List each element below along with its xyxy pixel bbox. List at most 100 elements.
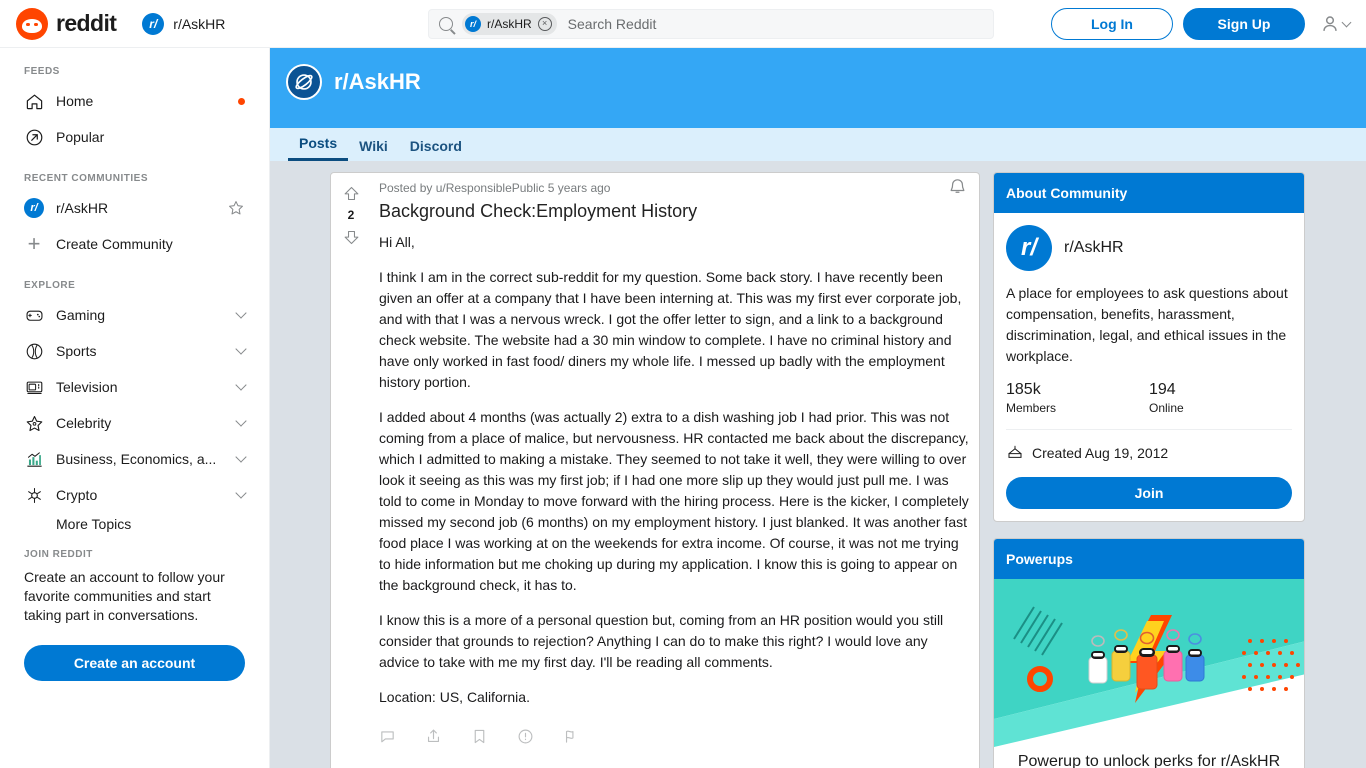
- tab-posts[interactable]: Posts: [288, 136, 349, 161]
- subreddit-title: r/AskHR: [334, 69, 421, 94]
- community-identity-row[interactable]: r/ r/AskHR: [1006, 225, 1292, 271]
- search-input-placeholder[interactable]: Search Reddit: [568, 16, 657, 32]
- reddit-home-logo[interactable]: reddit: [16, 7, 117, 40]
- more-icon: [24, 514, 44, 534]
- favorite-star-icon[interactable]: [227, 199, 245, 217]
- sidebar-item-sports[interactable]: Sports: [0, 333, 269, 369]
- tab-discord[interactable]: Discord: [399, 139, 473, 161]
- community-stats: 185k Members 194 Online: [1006, 381, 1292, 415]
- user-avatar-icon: [1323, 16, 1337, 31]
- about-community-body: r/ r/AskHR A place for employees to ask …: [994, 213, 1304, 521]
- baseball-icon: [24, 341, 44, 361]
- chevron-down-icon[interactable]: [235, 487, 247, 499]
- subreddit-icon: [286, 64, 322, 100]
- chip-subreddit-avatar-icon: r/: [465, 16, 481, 32]
- sidebar-item-business-economics[interactable]: Business, Economics, a...: [0, 441, 269, 477]
- members-label: Members: [1006, 401, 1057, 415]
- crypto-icon: [24, 485, 44, 505]
- popular-icon: [24, 127, 44, 147]
- post-text-content: Hi All, I think I am in the correct sub-…: [379, 232, 971, 708]
- chart-up-icon: [24, 449, 44, 469]
- subreddit-tabbar: Posts Wiki Discord: [270, 128, 1366, 161]
- log-in-button[interactable]: Log In: [1051, 8, 1173, 40]
- sidebar-item-create-community[interactable]: + Create Community: [0, 226, 269, 262]
- search-scope-chip[interactable]: r/ r/AskHR ×: [462, 13, 557, 35]
- sidebar-item-label: Television: [56, 379, 118, 395]
- user-account-menu[interactable]: [1315, 13, 1354, 35]
- powerups-artwork-icon: [994, 579, 1304, 747]
- search-bar[interactable]: r/ r/AskHR × Search Reddit: [428, 9, 994, 39]
- sidebar-item-label: Business, Economics, a...: [56, 451, 217, 467]
- post-card: 2 Posted by u/ResponsiblePublic 5 years …: [330, 172, 980, 768]
- post-paragraph: I think I am in the correct sub-reddit f…: [379, 269, 962, 390]
- tab-wiki[interactable]: Wiki: [348, 139, 399, 161]
- about-community-widget: About Community r/ r/AskHR A place for e…: [993, 172, 1305, 522]
- sidebar-item-gaming[interactable]: Gaming: [0, 297, 269, 333]
- sidebar-item-label: Crypto: [56, 487, 98, 503]
- sidebar-item-crypto[interactable]: Crypto: [0, 477, 269, 513]
- sidebar-item-home[interactable]: Home: [0, 83, 269, 119]
- post-title: Background Check:Employment History: [379, 201, 698, 221]
- chevron-down-icon[interactable]: [235, 307, 247, 319]
- chevron-down-icon[interactable]: [235, 343, 247, 355]
- community-description: A place for employees to ask questions a…: [1006, 285, 1288, 364]
- powerups-illustration: [994, 579, 1304, 747]
- tv-icon: [24, 377, 44, 397]
- sidebar-item-popular[interactable]: Popular: [0, 119, 269, 155]
- chevron-down-icon[interactable]: [235, 415, 247, 427]
- gamepad-icon: [24, 305, 44, 325]
- plus-icon: +: [27, 231, 41, 256]
- sidebar-item-label: More Topics: [56, 516, 132, 532]
- created-date-text: Created Aug 19, 2012: [1032, 444, 1169, 461]
- hide-icon[interactable]: [517, 728, 537, 744]
- sidebar-item-television[interactable]: Television: [0, 369, 269, 405]
- chevron-down-icon[interactable]: [235, 379, 247, 391]
- subreddit-identity[interactable]: r/AskHR: [286, 64, 421, 100]
- subreddit-avatar-text: r/: [24, 198, 44, 218]
- sidebar-item-more-topics[interactable]: More Topics: [0, 513, 269, 535]
- post-metadata: Posted by u/ResponsiblePublic 5 years ag…: [379, 181, 611, 195]
- post-paragraph: I know this is a more of a personal ques…: [379, 612, 944, 670]
- report-icon[interactable]: [563, 728, 583, 744]
- downvote-button[interactable]: [339, 225, 363, 249]
- chevron-down-icon[interactable]: [235, 451, 247, 463]
- reddit-logo-icon: [16, 7, 48, 40]
- sidebar-item-label: Sports: [56, 343, 97, 359]
- sidebar-item-celebrity[interactable]: Celebrity: [0, 405, 269, 441]
- save-icon[interactable]: [471, 728, 491, 744]
- top-navigation-bar: reddit r/ r/AskHR r/ r/AskHR × Search Re…: [0, 0, 1366, 48]
- nav-current-subreddit[interactable]: r/ r/AskHR: [142, 12, 225, 35]
- post-paragraph: Location: US, California.: [379, 689, 530, 705]
- subreddit-avatar-icon: r/: [24, 198, 44, 218]
- main-content-area: 2 Posted by u/ResponsiblePublic 5 years …: [270, 161, 1366, 768]
- sidebar-section-explore: EXPLORE: [24, 280, 76, 291]
- star-outline-icon: [24, 413, 44, 433]
- online-label: Online: [1149, 401, 1184, 415]
- sidebar-section-recent-communities: RECENT COMMUNITIES: [24, 173, 148, 184]
- chevron-down-icon: [1341, 17, 1352, 27]
- community-name: r/AskHR: [1064, 239, 1124, 256]
- comments-icon[interactable]: [379, 728, 399, 744]
- sidebar-item-label: r/AskHR: [56, 200, 109, 216]
- notification-bell-icon[interactable]: [947, 177, 971, 201]
- search-icon: [439, 17, 453, 31]
- vote-count: 2: [347, 208, 355, 222]
- sidebar-item-r-askhr[interactable]: r/ r/AskHR: [0, 190, 269, 226]
- cake-icon: [1006, 442, 1024, 463]
- post-paragraph: Hi All,: [379, 234, 415, 250]
- sidebar-section-feeds: FEEDS: [24, 66, 60, 77]
- sidebar-item-label: Home: [56, 93, 94, 109]
- reddit-wordmark: reddit: [56, 10, 117, 36]
- share-icon[interactable]: [425, 728, 445, 744]
- powerups-widget: Powerups Powerup to unlock perks for r/A…: [993, 538, 1305, 768]
- sidebar-item-label: Popular: [56, 129, 105, 145]
- sign-up-button[interactable]: Sign Up: [1183, 8, 1305, 40]
- subreddit-banner: r/AskHR: [270, 48, 1366, 128]
- close-icon[interactable]: ×: [537, 17, 552, 31]
- right-sidebar: About Community r/ r/AskHR A place for e…: [993, 172, 1305, 768]
- create-account-button[interactable]: Create an account: [24, 645, 245, 681]
- upvote-button[interactable]: [339, 181, 363, 205]
- chip-label: r/AskHR: [487, 17, 532, 31]
- join-community-button[interactable]: Join: [1006, 477, 1292, 509]
- subreddit-avatar-icon: r/: [142, 12, 165, 35]
